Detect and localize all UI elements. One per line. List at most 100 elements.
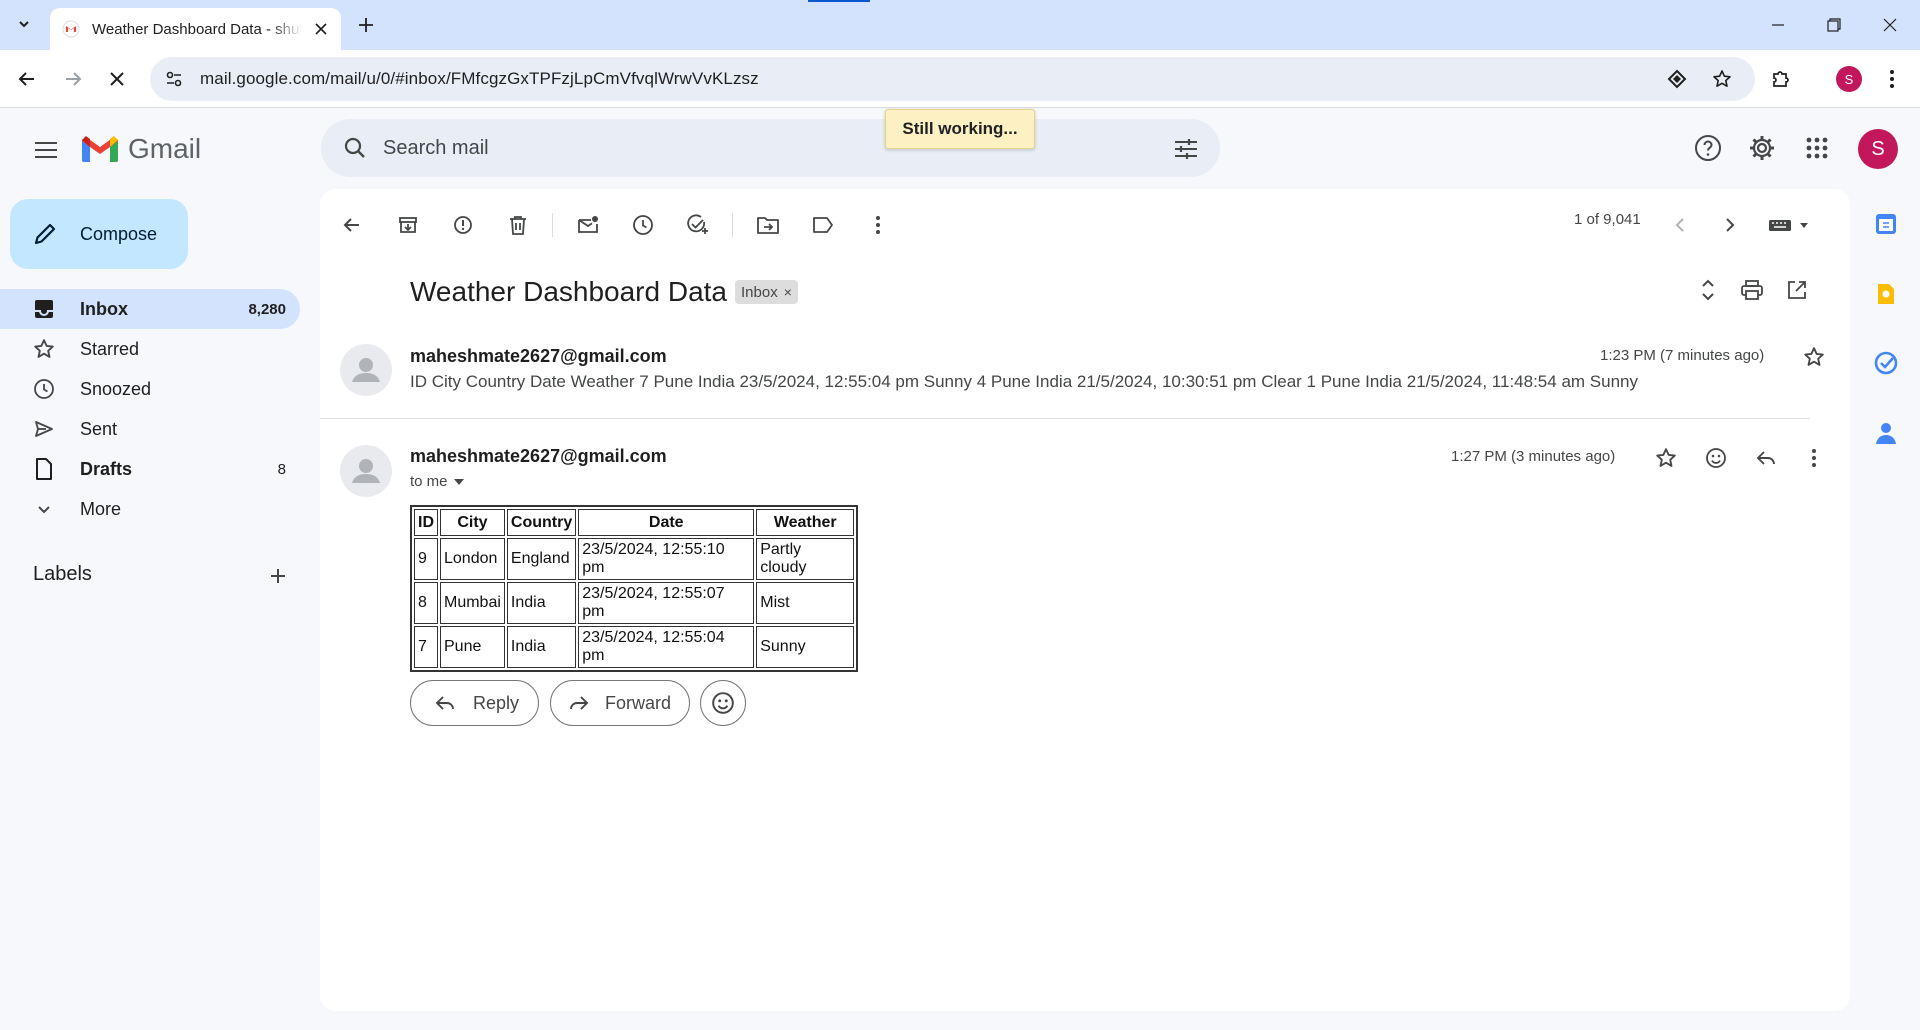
expand-all-button[interactable] bbox=[1690, 272, 1726, 308]
reply-icon bbox=[1756, 451, 1775, 465]
labels-heading: Labels bbox=[33, 563, 92, 585]
print-button[interactable] bbox=[1734, 272, 1770, 308]
emoji-icon bbox=[1706, 448, 1726, 468]
browser-menu-button[interactable] bbox=[1876, 63, 1908, 95]
message-time: 1:23 PM (7 minutes ago) bbox=[1600, 347, 1765, 364]
keep-app-button[interactable] bbox=[1872, 280, 1900, 308]
gear-icon bbox=[1750, 136, 1774, 160]
recipients-toggle[interactable]: to me bbox=[410, 473, 464, 490]
sidebar-item-starred[interactable]: Starred bbox=[0, 329, 300, 369]
open-new-window-button[interactable] bbox=[1779, 272, 1815, 308]
profile-button[interactable]: S bbox=[1836, 66, 1862, 92]
tasks-app-button[interactable] bbox=[1872, 349, 1900, 377]
reply-icon-button[interactable] bbox=[1748, 440, 1784, 476]
star-message-button[interactable] bbox=[1796, 339, 1832, 375]
table-cell: Mist bbox=[756, 582, 855, 624]
draft-count: 8 bbox=[277, 460, 286, 478]
sender-email[interactable]: maheshmate2627@gmail.com bbox=[410, 346, 667, 367]
more-actions-button[interactable] bbox=[860, 207, 896, 243]
main-menu-button[interactable] bbox=[26, 130, 66, 170]
search-options-button[interactable] bbox=[1172, 135, 1200, 163]
arrow-right-icon bbox=[66, 72, 82, 86]
move-to-button[interactable] bbox=[750, 207, 786, 243]
trash-icon bbox=[510, 216, 526, 235]
mark-unread-button[interactable] bbox=[570, 207, 606, 243]
gmail-logo[interactable]: Gmail bbox=[80, 133, 201, 165]
search-button[interactable] bbox=[327, 136, 383, 160]
tab-search-button[interactable] bbox=[10, 10, 38, 38]
input-tools-button[interactable] bbox=[1760, 207, 1820, 243]
gmail-wordmark: Gmail bbox=[128, 133, 202, 164]
star-icon bbox=[1804, 347, 1824, 366]
table-cell: Sunny bbox=[756, 626, 855, 668]
back-to-inbox-button[interactable] bbox=[334, 207, 370, 243]
forward-button[interactable]: Forward bbox=[550, 680, 690, 726]
apps-button[interactable] bbox=[1797, 128, 1837, 168]
label-icon bbox=[813, 217, 833, 233]
more-vert-icon bbox=[1890, 70, 1894, 88]
account-avatar[interactable]: S bbox=[1858, 129, 1898, 169]
restore-button[interactable] bbox=[1806, 0, 1862, 50]
site-info-button[interactable] bbox=[154, 57, 194, 101]
loading-toast: Still working... bbox=[885, 109, 1035, 149]
plus-icon bbox=[271, 569, 285, 583]
extensions-button[interactable] bbox=[1765, 63, 1797, 95]
contacts-app-button[interactable] bbox=[1872, 419, 1900, 447]
newer-button[interactable] bbox=[1662, 207, 1698, 243]
help-icon bbox=[1695, 135, 1721, 161]
star-icon bbox=[32, 337, 56, 361]
browser-tab[interactable]: Weather Dashboard Data - shul bbox=[50, 8, 341, 50]
star-message-button[interactable] bbox=[1648, 440, 1684, 476]
sender-avatar[interactable] bbox=[340, 344, 392, 396]
apps-grid-icon bbox=[1806, 137, 1828, 159]
message-time: 1:27 PM (3 minutes ago) bbox=[1451, 448, 1616, 465]
archive-button[interactable] bbox=[390, 207, 426, 243]
close-window-button[interactable] bbox=[1862, 0, 1918, 50]
sidebar-item-more[interactable]: More bbox=[0, 489, 300, 529]
tab-close-button[interactable] bbox=[311, 19, 331, 39]
older-button[interactable] bbox=[1712, 207, 1748, 243]
inbox-icon bbox=[32, 297, 56, 321]
sender-email[interactable]: maheshmate2627@gmail.com bbox=[410, 446, 667, 467]
search-bar bbox=[321, 119, 1220, 177]
minimize-button[interactable] bbox=[1750, 0, 1806, 50]
message-more-button[interactable] bbox=[1796, 440, 1832, 476]
sender-avatar[interactable] bbox=[340, 445, 392, 497]
message-snippet[interactable]: ID City Country Date Weather 7 Pune Indi… bbox=[410, 372, 1638, 392]
calendar-app-button[interactable] bbox=[1872, 210, 1900, 238]
remove-label-icon[interactable]: × bbox=[784, 284, 792, 300]
add-to-tasks-button[interactable] bbox=[680, 207, 716, 243]
lens-button[interactable] bbox=[1665, 67, 1689, 91]
more-vert-icon bbox=[876, 216, 880, 234]
delete-button[interactable] bbox=[500, 207, 536, 243]
stop-loading-button[interactable] bbox=[99, 61, 135, 97]
emoji-reaction-button[interactable] bbox=[700, 680, 746, 726]
sidebar-item-inbox[interactable]: Inbox 8,280 bbox=[0, 289, 300, 329]
labels-button[interactable] bbox=[805, 207, 841, 243]
table-cell: England bbox=[506, 538, 577, 580]
report-spam-button[interactable] bbox=[445, 207, 481, 243]
loading-indicator bbox=[808, 0, 870, 2]
browser-tabstrip: Weather Dashboard Data - shul bbox=[0, 0, 1920, 50]
sidebar-item-snoozed[interactable]: Snoozed bbox=[0, 369, 300, 409]
support-button[interactable] bbox=[1688, 128, 1728, 168]
create-label-button[interactable] bbox=[263, 561, 293, 591]
forward-button[interactable] bbox=[55, 61, 91, 97]
sidebar-item-drafts[interactable]: Drafts 8 bbox=[0, 449, 300, 489]
unread-count: 8,280 bbox=[248, 300, 286, 318]
bookmark-button[interactable] bbox=[1710, 67, 1734, 91]
back-button[interactable] bbox=[9, 61, 45, 97]
table-cell: 23/5/2024, 12:55:04 pm bbox=[578, 626, 755, 668]
address-bar[interactable]: mail.google.com/mail/u/0/#inbox/FMfcgzGx… bbox=[150, 57, 1755, 101]
new-tab-button[interactable] bbox=[352, 11, 380, 39]
sidebar-item-sent[interactable]: Sent bbox=[0, 409, 300, 449]
settings-button[interactable] bbox=[1742, 128, 1782, 168]
inbox-label-chip[interactable]: Inbox × bbox=[735, 280, 798, 304]
add-reaction-button[interactable] bbox=[1698, 440, 1734, 476]
reply-button[interactable]: Reply bbox=[410, 680, 539, 726]
table-cell: 23/5/2024, 12:55:07 pm bbox=[578, 582, 755, 624]
snooze-button[interactable] bbox=[625, 207, 661, 243]
compose-button[interactable]: Compose bbox=[10, 199, 188, 269]
sidebar-item-label: Starred bbox=[80, 338, 140, 359]
url-text: mail.google.com/mail/u/0/#inbox/FMfcgzGx… bbox=[200, 69, 759, 88]
